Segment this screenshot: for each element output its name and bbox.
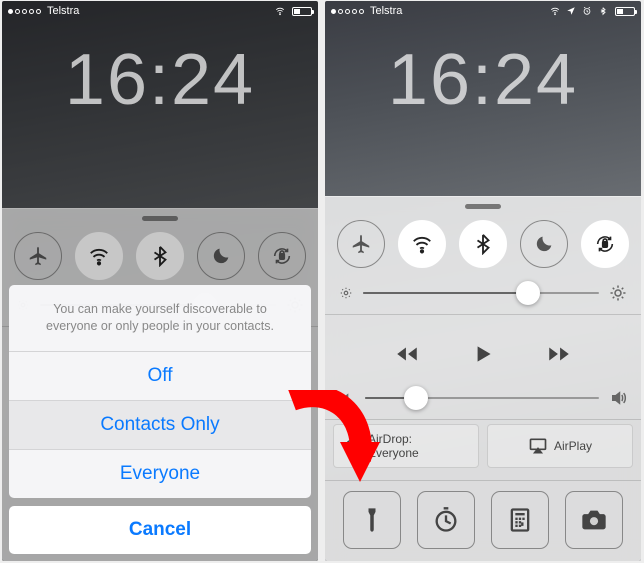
alarm-status-icon: [581, 6, 593, 16]
carrier-label: Telstra: [47, 5, 79, 17]
play-button[interactable]: [470, 341, 496, 367]
forward-button[interactable]: [546, 341, 572, 367]
orientation-lock-toggle[interactable]: [258, 232, 306, 280]
control-center: AirDrop:Everyone AirPlay: [325, 196, 641, 561]
airplane-toggle[interactable]: [14, 232, 62, 280]
location-status-icon: [565, 6, 577, 16]
timer-button[interactable]: [417, 491, 475, 549]
bluetooth-status-icon: [597, 6, 609, 16]
dnd-toggle[interactable]: [197, 232, 245, 280]
status-bar: Telstra: [2, 1, 318, 21]
battery-icon: [615, 7, 635, 16]
wifi-status-icon: [274, 6, 286, 16]
airplay-icon: [528, 436, 548, 456]
wifi-toggle[interactable]: [75, 232, 123, 280]
wifi-status-icon: [549, 6, 561, 16]
carrier-label: Telstra: [370, 5, 402, 17]
dnd-toggle[interactable]: [520, 220, 568, 268]
volume-low-icon: [339, 390, 355, 406]
airdrop-action-sheet: You can make yourself discoverable to ev…: [9, 285, 311, 554]
volume-slider[interactable]: [325, 381, 641, 415]
cancel-button[interactable]: Cancel: [9, 506, 311, 554]
airplay-label: AirPlay: [554, 439, 592, 453]
calculator-button[interactable]: [491, 491, 549, 549]
bluetooth-toggle[interactable]: [459, 220, 507, 268]
airdrop-icon: [342, 436, 362, 456]
airplane-toggle[interactable]: [337, 220, 385, 268]
airdrop-button[interactable]: AirDrop:Everyone: [333, 424, 479, 468]
grabber-icon[interactable]: [142, 216, 178, 221]
brightness-slider[interactable]: [325, 276, 641, 310]
grabber-icon[interactable]: [465, 204, 501, 209]
lock-clock: 16:24: [2, 39, 318, 121]
airdrop-mode: Everyone: [368, 446, 419, 460]
volume-high-icon: [609, 389, 627, 407]
bluetooth-toggle[interactable]: [136, 232, 184, 280]
rewind-button[interactable]: [394, 341, 420, 367]
sheet-message: You can make yourself discoverable to ev…: [9, 285, 311, 352]
airdrop-contacts-option[interactable]: Contacts Only: [9, 401, 311, 450]
lock-clock: 16:24: [325, 39, 641, 121]
brightness-low-icon: [339, 286, 353, 300]
wifi-toggle[interactable]: [398, 220, 446, 268]
airplay-button[interactable]: AirPlay: [487, 424, 633, 468]
camera-button[interactable]: [565, 491, 623, 549]
brightness-high-icon: [609, 284, 627, 302]
airdrop-everyone-option[interactable]: Everyone: [9, 450, 311, 498]
airdrop-off-option[interactable]: Off: [9, 352, 311, 401]
status-bar: Telstra: [325, 1, 641, 21]
airdrop-label: AirDrop:: [368, 432, 412, 446]
battery-icon: [292, 7, 312, 16]
flashlight-button[interactable]: [343, 491, 401, 549]
orientation-lock-toggle[interactable]: [581, 220, 629, 268]
